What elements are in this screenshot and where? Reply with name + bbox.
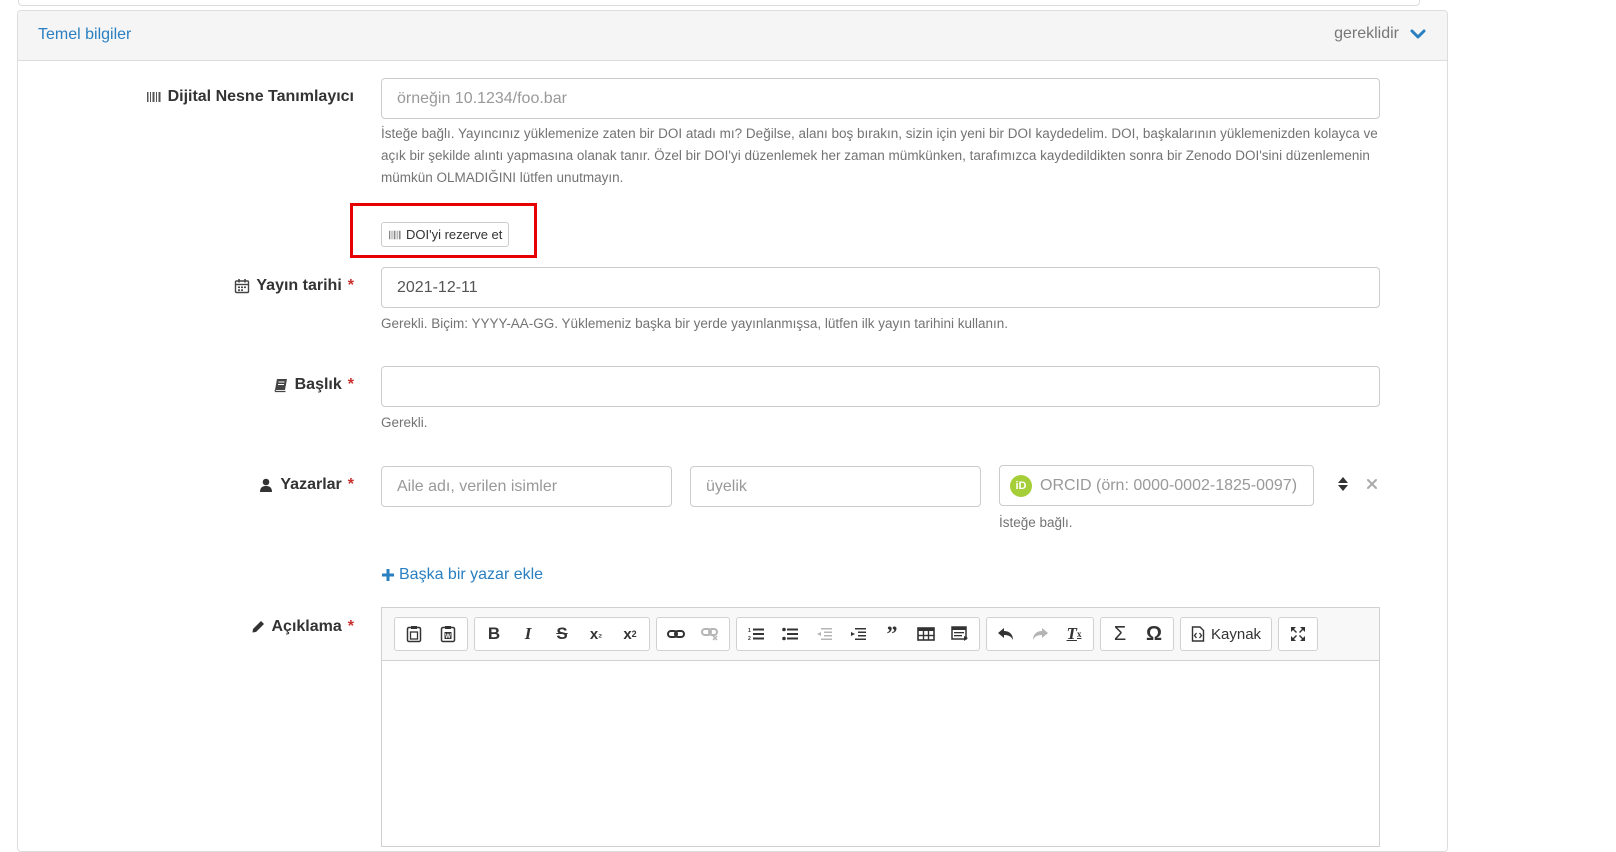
link-icon[interactable]: [659, 619, 693, 649]
bulleted-list-icon[interactable]: [773, 619, 807, 649]
clipboard-group: W: [394, 617, 468, 651]
svg-text:W: W: [445, 634, 451, 640]
calendar-icon: [235, 279, 250, 294]
required-mark: *: [347, 277, 354, 294]
pubdate-label: Yayın tarihi *: [234, 277, 354, 295]
pubdate-label-text: Yayın tarihi: [256, 277, 342, 294]
authors-label: Yazarlar *: [258, 476, 354, 494]
special-group: Σ Ω: [1100, 617, 1174, 651]
required-mark: *: [347, 376, 354, 393]
italic-icon[interactable]: I: [511, 619, 545, 649]
doi-input[interactable]: [381, 78, 1380, 119]
paste-icon[interactable]: [397, 619, 431, 649]
indent-icon[interactable]: [841, 619, 875, 649]
numbered-list-icon[interactable]: 12: [739, 619, 773, 649]
author-name-input[interactable]: [381, 466, 672, 507]
barcode-icon: [146, 92, 161, 102]
pencil-icon: [252, 621, 264, 633]
panel-required-toggle[interactable]: gereklidir: [1334, 25, 1427, 43]
format-group: B I S x₂ x2: [474, 617, 650, 651]
source-label: Kaynak: [1211, 625, 1262, 643]
required-label: gereklidir: [1334, 25, 1399, 42]
list-group: 12 ”: [736, 617, 980, 651]
strike-icon[interactable]: S: [545, 619, 579, 649]
remove-format-icon[interactable]: Tx: [1057, 619, 1091, 649]
orcid-input[interactable]: [1040, 476, 1310, 495]
pubdate-input[interactable]: [381, 267, 1380, 308]
svg-text:2: 2: [748, 636, 751, 641]
author-affiliation-input[interactable]: [690, 466, 981, 507]
authors-label-text: Yazarlar: [280, 476, 342, 493]
editor-toolbar: W B I S x₂ x2 12 ” T x Σ Ω Kaynak: [382, 608, 1379, 661]
reserve-doi-button[interactable]: DOI'yi rezerve et: [381, 222, 510, 247]
undo-icon[interactable]: [989, 619, 1023, 649]
plus-icon: [382, 569, 394, 581]
orcid-field[interactable]: iD: [999, 465, 1314, 506]
rich-text-editor: W B I S x₂ x2 12 ” T x Σ Ω Kaynak: [381, 607, 1380, 847]
title-input[interactable]: [381, 366, 1380, 407]
blockquote-icon[interactable]: ”: [875, 619, 909, 649]
source-icon: [1191, 626, 1205, 642]
subscript-icon[interactable]: x₂: [579, 619, 613, 649]
bold-icon[interactable]: B: [477, 619, 511, 649]
previous-panel-bottom: [18, 0, 1420, 6]
sort-handle-icon[interactable]: [1337, 476, 1349, 492]
panel-title[interactable]: Temel bilgiler: [38, 26, 131, 44]
editor-content-area[interactable]: [382, 661, 1379, 847]
history-group: Tx: [986, 617, 1094, 651]
table-icon[interactable]: [909, 619, 943, 649]
chevron-down-icon[interactable]: [1409, 25, 1427, 43]
description-label-text: Açıklama: [271, 618, 342, 635]
maximize-group: [1278, 617, 1319, 651]
source-button[interactable]: Kaynak: [1183, 619, 1269, 649]
reserve-doi-label: DOI'yi rezerve et: [406, 227, 503, 242]
doi-label-text: Dijital Nesne Tanımlayıcı: [167, 88, 354, 105]
user-icon: [260, 478, 273, 492]
template-icon[interactable]: [943, 619, 977, 649]
title-label-text: Başlık: [294, 376, 342, 393]
orcid-icon: iD: [1010, 474, 1032, 497]
title-label: Başlık *: [273, 376, 354, 394]
outdent-icon[interactable]: [807, 619, 841, 649]
omega-icon[interactable]: Ω: [1137, 619, 1171, 649]
maximize-icon[interactable]: [1281, 619, 1315, 649]
book-icon: [274, 379, 287, 393]
panel-heading[interactable]: Temel bilgiler gereklidir: [18, 11, 1447, 61]
orcid-help-text: İsteğe bağlı.: [999, 515, 1073, 530]
unlink-icon[interactable]: [693, 619, 727, 649]
barcode-icon: [389, 230, 401, 239]
add-author-label: Başka bir yazar ekle: [399, 566, 544, 583]
title-help-text: Gerekli.: [381, 415, 428, 430]
paste-from-word-icon[interactable]: W: [431, 619, 465, 649]
add-author-link[interactable]: Başka bir yazar ekle: [381, 566, 543, 584]
required-mark: *: [347, 618, 354, 635]
doi-label: Dijital Nesne Tanımlayıcı: [146, 88, 354, 106]
link-group: [656, 617, 730, 651]
required-mark: *: [347, 476, 354, 493]
sum-icon[interactable]: Σ: [1103, 619, 1137, 649]
redo-icon[interactable]: [1023, 619, 1057, 649]
svg-text:1: 1: [748, 628, 751, 634]
remove-author-icon[interactable]: [1366, 478, 1378, 490]
doi-help-text: İsteğe bağlı. Yayıncınız yüklemenize zat…: [381, 126, 1378, 185]
source-group: Kaynak: [1180, 617, 1273, 651]
description-label: Açıklama *: [250, 618, 354, 636]
superscript-icon[interactable]: x2: [613, 619, 647, 649]
pubdate-help-text: Gerekli. Biçim: YYYY-AA-GG. Yüklemeniz b…: [381, 316, 1009, 331]
